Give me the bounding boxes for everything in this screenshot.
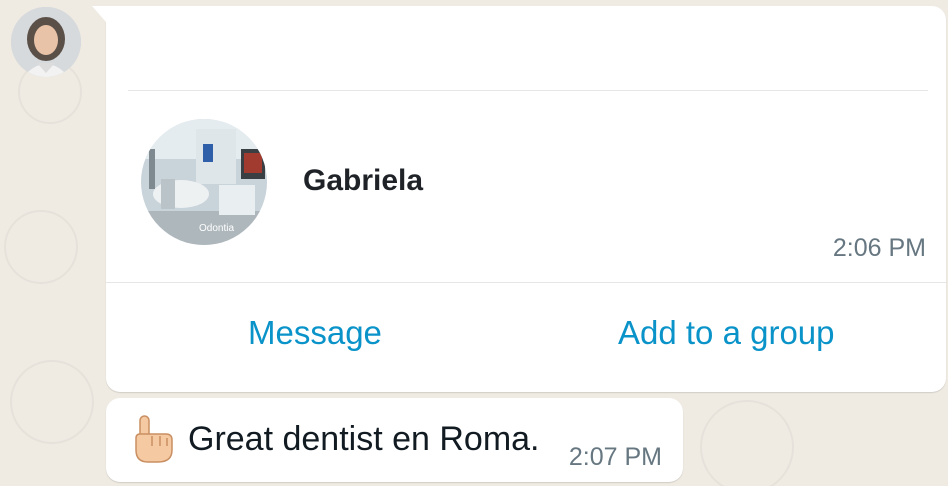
background-doodle	[700, 400, 794, 486]
sender-avatar-image	[11, 7, 81, 77]
background-doodle	[4, 210, 78, 284]
sender-avatar[interactable]	[11, 7, 81, 77]
contact-card-bubble[interactable]: Odontia Gabriela 2:06 PM Message Add to …	[92, 6, 946, 392]
photo-watermark: Odontia	[199, 223, 235, 234]
bubble-tail	[92, 6, 106, 22]
contact-photo[interactable]: Odontia	[141, 119, 267, 245]
message-timestamp: 2:07 PM	[568, 443, 662, 471]
background-doodle	[10, 360, 94, 444]
contact-name: Gabriela	[303, 164, 424, 197]
message-text: Great dentist en Roma.	[188, 420, 540, 458]
text-message-bubble[interactable]: Great dentist en Roma. 2:07 PM	[106, 398, 683, 482]
message-button[interactable]: Message	[248, 314, 382, 352]
divider	[128, 90, 928, 91]
card-timestamp: 2:06 PM	[832, 234, 926, 262]
pointing-up-hand-icon	[130, 414, 176, 464]
add-to-group-button[interactable]: Add to a group	[618, 314, 835, 352]
actions-divider	[106, 282, 946, 283]
